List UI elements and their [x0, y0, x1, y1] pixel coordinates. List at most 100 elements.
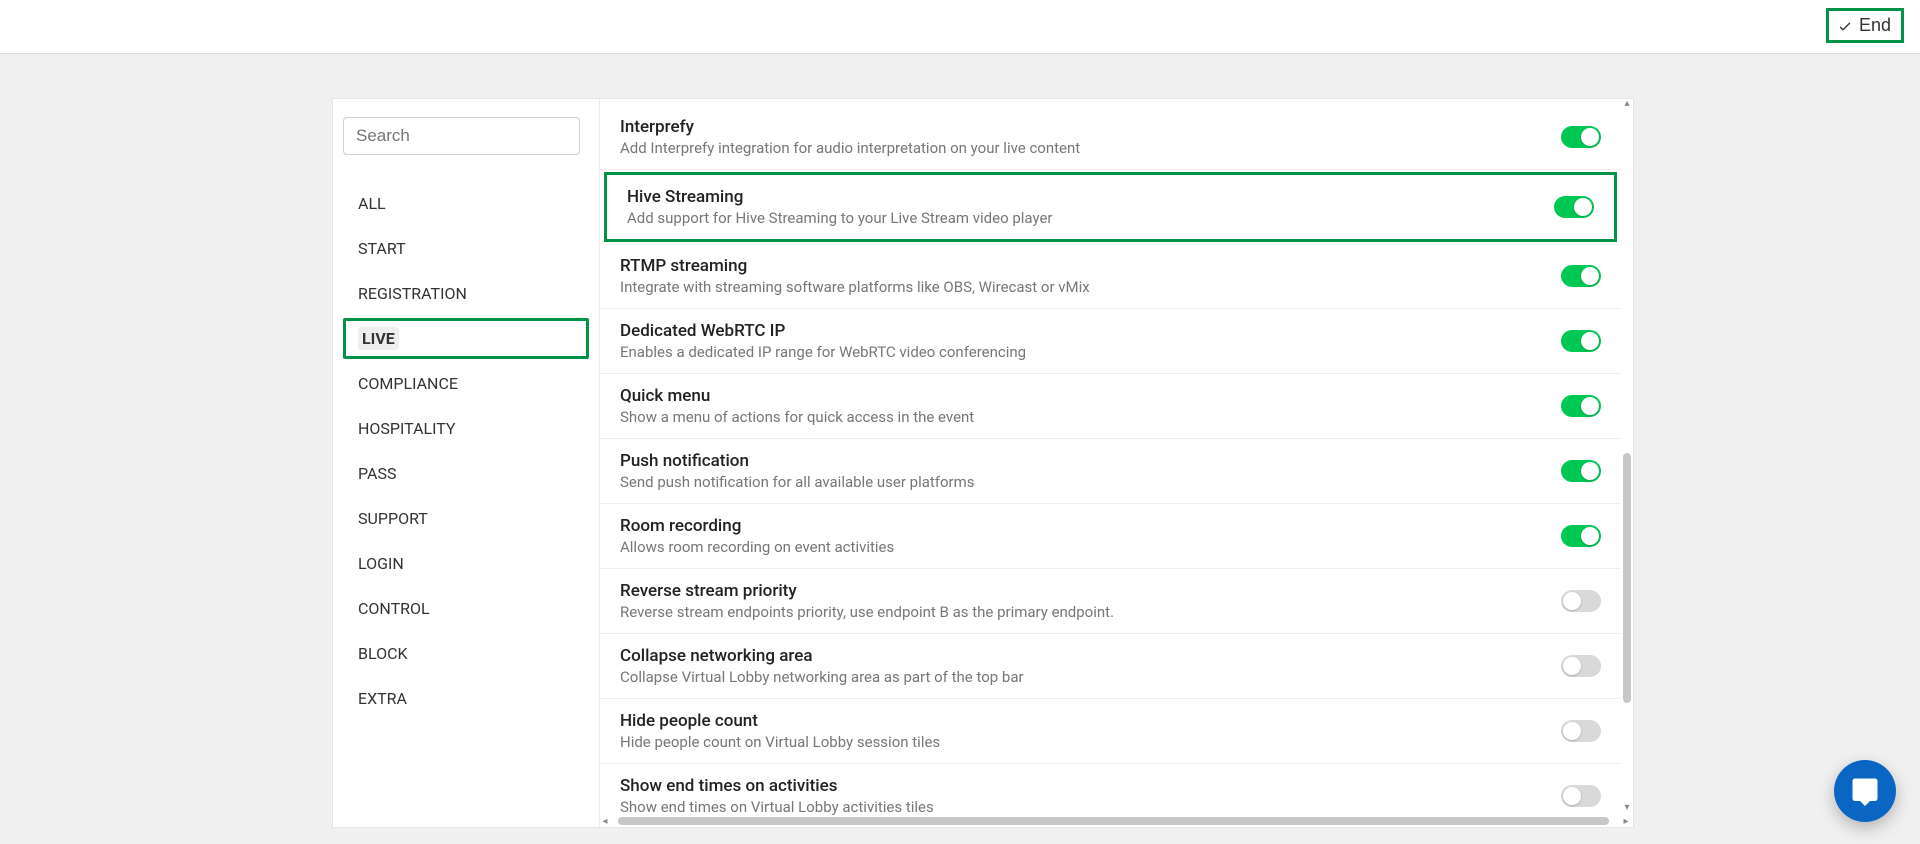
- sidebar-item-all[interactable]: ALL: [343, 183, 589, 224]
- setting-description: Enables a dedicated IP range for WebRTC …: [620, 343, 1545, 361]
- horizontal-scrollbar-thumb[interactable]: [618, 817, 1609, 825]
- toggle-knob: [1581, 397, 1599, 415]
- sidebar-item-support[interactable]: SUPPORT: [343, 498, 589, 539]
- toggle-knob: [1563, 657, 1581, 675]
- setting-title: Push notification: [620, 451, 1545, 471]
- sidebar-item-start[interactable]: START: [343, 228, 589, 269]
- sidebar-item-compliance[interactable]: COMPLIANCE: [343, 363, 589, 404]
- sidebar-item-live[interactable]: LIVE: [343, 318, 589, 359]
- setting-toggle[interactable]: [1561, 330, 1601, 352]
- setting-text: Quick menu Show a menu of actions for qui…: [620, 386, 1561, 426]
- content-wrap: ▴ InterprefyAdd Interprefy integration f…: [600, 99, 1633, 827]
- setting-title: Dedicated WebRTC IP: [620, 321, 1545, 341]
- end-button[interactable]: End: [1826, 8, 1904, 43]
- scroll-right-arrow-icon[interactable]: ▸: [1621, 817, 1631, 827]
- page-body: ALL START REGISTRATION LIVE COMPLIANCE HOSPIT…: [0, 54, 1920, 844]
- sidebar-item-label: HOSPITALITY: [358, 419, 456, 438]
- toggle-knob: [1563, 722, 1581, 740]
- setting-text: Show end times on activitiesShow end tim…: [620, 776, 1561, 815]
- sidebar-item-label: EXTRA: [358, 689, 407, 708]
- setting-description: Reverse stream endpoints priority, use e…: [620, 603, 1545, 621]
- chat-icon: [1850, 776, 1880, 806]
- toggle-knob: [1574, 198, 1592, 216]
- setting-title: Show end times on activities: [620, 776, 1545, 796]
- setting-description: Hide people count on Virtual Lobby sessi…: [620, 733, 1545, 751]
- sidebar-item-label: REGISTRATION: [358, 284, 467, 303]
- toggle-knob: [1563, 787, 1581, 805]
- setting-description: Allows room recording on event activitie…: [620, 538, 1545, 556]
- setting-description: Show a menu of actions for quick access …: [620, 408, 1545, 426]
- setting-row: Interprefy Add Interprefy integration for…: [600, 105, 1621, 170]
- search-input[interactable]: [343, 117, 580, 155]
- settings-card: ALL START REGISTRATION LIVE COMPLIANCE HOSPIT…: [332, 98, 1634, 828]
- sidebar-item-registration[interactable]: REGISTRATION: [343, 273, 589, 314]
- toggle-knob: [1581, 332, 1599, 350]
- toggle-knob: [1581, 462, 1599, 480]
- sidebar-item-label: PASS: [358, 464, 396, 483]
- setting-description: Send push notification for all available…: [620, 473, 1545, 491]
- setting-title: Quick menu: [620, 386, 1545, 406]
- setting-row: Push notification Send push notification …: [600, 439, 1621, 504]
- setting-toggle[interactable]: [1561, 655, 1601, 677]
- setting-row: Reverse stream priority Reverse stream en…: [600, 569, 1621, 634]
- setting-row: Dedicated WebRTC IP Enables a dedicated I…: [600, 309, 1621, 374]
- setting-text: RTMP streaming Integrate with streaming s…: [620, 256, 1561, 296]
- toggle-knob: [1581, 128, 1599, 146]
- vertical-scrollbar-thumb[interactable]: [1623, 453, 1631, 703]
- sidebar-item-label: START: [358, 239, 406, 258]
- sidebar-item-label: ALL: [358, 194, 386, 213]
- vertical-scrollbar[interactable]: [1623, 103, 1631, 813]
- setting-title: Collapse networking area: [620, 646, 1545, 666]
- settings-list: Interprefy Add Interprefy integration for…: [600, 99, 1621, 815]
- scroll-down-arrow-icon[interactable]: ▾: [1622, 803, 1632, 813]
- toggle-knob: [1581, 527, 1599, 545]
- end-button-label: End: [1859, 15, 1891, 36]
- setting-text: Reverse stream priority Reverse stream en…: [620, 581, 1561, 621]
- setting-toggle[interactable]: [1561, 785, 1601, 807]
- setting-toggle[interactable]: [1561, 525, 1601, 547]
- sidebar-item-label: LOGIN: [358, 554, 404, 573]
- settings-scroll-area[interactable]: Interprefy Add Interprefy integration for…: [600, 99, 1621, 815]
- setting-toggle[interactable]: [1554, 196, 1594, 218]
- sidebar: ALL START REGISTRATION LIVE COMPLIANCE HOSPIT…: [333, 99, 600, 827]
- setting-text: Collapse networking area Collapse Virtual…: [620, 646, 1561, 686]
- setting-text: Push notification Send push notification …: [620, 451, 1561, 491]
- setting-title: Reverse stream priority: [620, 581, 1545, 601]
- sidebar-nav: ALL START REGISTRATION LIVE COMPLIANCE HOSPIT…: [343, 183, 589, 719]
- setting-title: Hive Streaming: [627, 187, 1538, 207]
- setting-title: Room recording: [620, 516, 1545, 536]
- sidebar-item-control[interactable]: CONTROL: [343, 588, 589, 629]
- setting-toggle[interactable]: [1561, 590, 1601, 612]
- sidebar-item-hospitality[interactable]: HOSPITALITY: [343, 408, 589, 449]
- setting-text: Dedicated WebRTC IP Enables a dedicated I…: [620, 321, 1561, 361]
- setting-description: Integrate with streaming software platfo…: [620, 278, 1545, 296]
- setting-text: Hide people count Hide people count on Vi…: [620, 711, 1561, 751]
- setting-toggle[interactable]: [1561, 395, 1601, 417]
- setting-text: Room recording Allows room recording on e…: [620, 516, 1561, 556]
- setting-description: Add Interprefy integration for audio int…: [620, 139, 1545, 157]
- top-bar: End: [0, 0, 1920, 54]
- toggle-knob: [1581, 267, 1599, 285]
- setting-row: Show end times on activitiesShow end tim…: [600, 764, 1621, 815]
- sidebar-item-block[interactable]: BLOCK: [343, 633, 589, 674]
- sidebar-item-label: LIVE: [358, 327, 399, 350]
- setting-toggle[interactable]: [1561, 265, 1601, 287]
- sidebar-item-label: SUPPORT: [358, 509, 428, 528]
- sidebar-item-pass[interactable]: PASS: [343, 453, 589, 494]
- horizontal-scrollbar[interactable]: [606, 817, 1621, 825]
- setting-toggle[interactable]: [1561, 126, 1601, 148]
- check-icon: [1837, 18, 1853, 34]
- sidebar-item-login[interactable]: LOGIN: [343, 543, 589, 584]
- setting-title: RTMP streaming: [620, 256, 1545, 276]
- setting-title: Hide people count: [620, 711, 1545, 731]
- sidebar-item-extra[interactable]: EXTRA: [343, 678, 589, 719]
- setting-title: Interprefy: [620, 117, 1545, 137]
- setting-toggle[interactable]: [1561, 460, 1601, 482]
- setting-row: Collapse networking area Collapse Virtual…: [600, 634, 1621, 699]
- chat-fab[interactable]: [1834, 760, 1896, 822]
- setting-toggle[interactable]: [1561, 720, 1601, 742]
- setting-row: Hive StreamingAdd support for Hive Strea…: [604, 172, 1617, 242]
- setting-description: Collapse Virtual Lobby networking area a…: [620, 668, 1545, 686]
- sidebar-item-label: COMPLIANCE: [358, 374, 458, 393]
- setting-row: Hide people count Hide people count on Vi…: [600, 699, 1621, 764]
